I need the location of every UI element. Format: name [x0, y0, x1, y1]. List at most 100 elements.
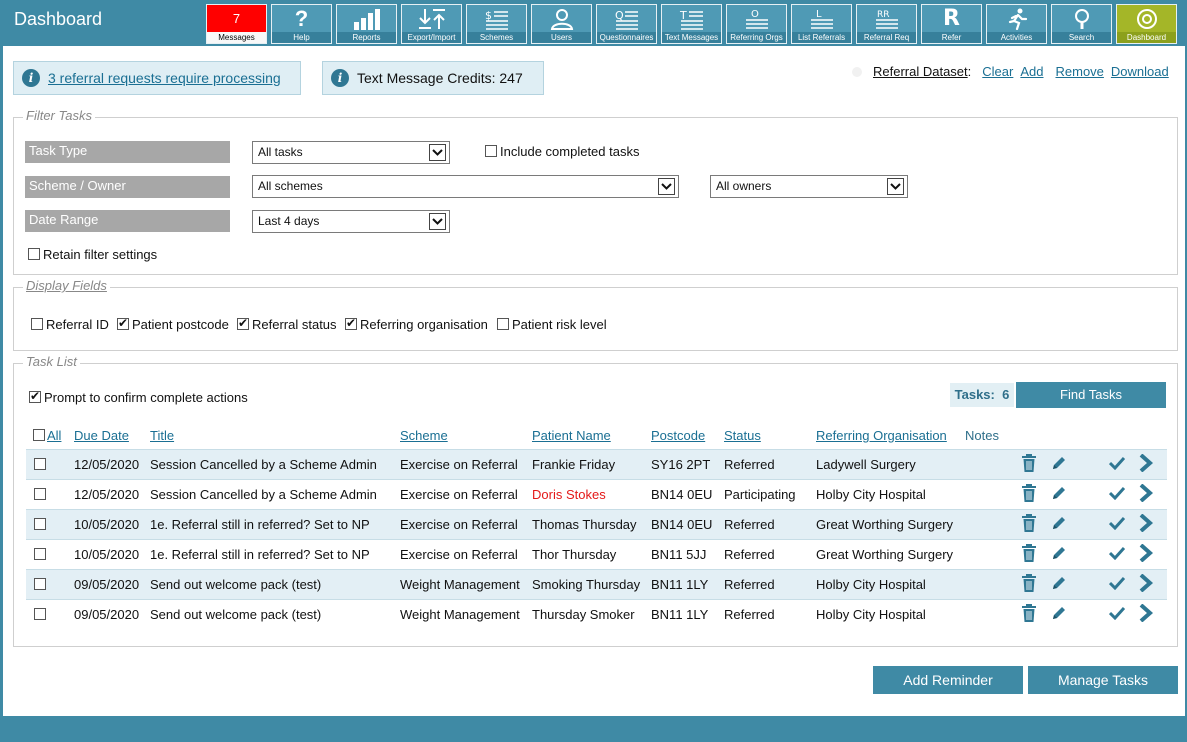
delete-icon[interactable]: [1021, 573, 1037, 595]
col-status[interactable]: Status: [724, 428, 761, 443]
toolbar-referral-req-button[interactable]: RR Referral Req: [856, 4, 917, 44]
complete-check-icon[interactable]: [1108, 486, 1126, 503]
row-checkbox[interactable]: [34, 487, 46, 500]
table-row[interactable]: 10/05/2020 1e. Referral still in referred…: [26, 508, 1167, 539]
edit-icon[interactable]: [1051, 486, 1067, 504]
info-icon: i: [22, 69, 40, 87]
task-table: All Due Date Title Scheme Patient Name P…: [26, 422, 1167, 629]
delete-icon[interactable]: [1021, 513, 1037, 535]
toolbar-users-button[interactable]: Users: [531, 4, 592, 44]
dataset-remove-link[interactable]: Remove: [1056, 64, 1104, 79]
cell-title: 1e. Referral still in referred? Set to N…: [150, 538, 400, 569]
footer-bar: [0, 716, 1187, 742]
table-row[interactable]: 12/05/2020 Session Cancelled by a Scheme …: [26, 478, 1167, 509]
table-row[interactable]: 12/05/2020 Session Cancelled by a Scheme …: [26, 448, 1167, 479]
cell-due-date: 09/05/2020: [74, 598, 150, 629]
cell-title: Session Cancelled by a Scheme Admin: [150, 448, 400, 479]
edit-icon[interactable]: [1051, 456, 1067, 474]
complete-check-icon[interactable]: [1108, 606, 1126, 623]
edit-icon[interactable]: [1051, 606, 1067, 624]
toolbar-questionnaires-button[interactable]: Q Questionnaires: [596, 4, 657, 44]
delete-icon[interactable]: [1021, 453, 1037, 475]
cell-due-date: 09/05/2020: [74, 568, 150, 599]
toolbar-dashboard-button[interactable]: Dashboard: [1116, 4, 1177, 44]
delete-icon[interactable]: [1021, 543, 1037, 565]
dataset-download-link[interactable]: Download: [1111, 64, 1169, 79]
col-referring-organisation[interactable]: Referring Organisation: [816, 428, 947, 443]
col-postcode[interactable]: Postcode: [651, 428, 705, 443]
add-reminder-button[interactable]: Add Reminder: [873, 666, 1023, 694]
table-header-row: All Due Date Title Scheme Patient Name P…: [26, 422, 1167, 449]
referring-organisation-checkbox[interactable]: Referring organisation: [345, 316, 488, 332]
toolbar-activities-button[interactable]: Activities: [986, 4, 1047, 44]
complete-check-icon[interactable]: [1108, 546, 1126, 563]
dataset-clear-link[interactable]: Clear: [982, 64, 1013, 79]
chevron-right-icon[interactable]: [1137, 513, 1155, 535]
chevron-right-icon[interactable]: [1137, 573, 1155, 595]
referral-status-checkbox[interactable]: Referral status: [237, 316, 337, 332]
toolbar-help-button[interactable]: ? Help: [271, 4, 332, 44]
toolbar-referring-orgs-button[interactable]: O Referring Orgs: [726, 4, 787, 44]
table-row[interactable]: 10/05/2020 1e. Referral still in referred…: [26, 538, 1167, 569]
select-all-link[interactable]: All: [47, 428, 61, 443]
referral-requests-link[interactable]: 3 referral requests require processing: [48, 70, 281, 86]
dataset-status-dot: [852, 66, 862, 77]
scheme-select[interactable]: All schemes: [252, 175, 679, 198]
chevron-right-icon[interactable]: [1137, 453, 1155, 475]
col-due-date[interactable]: Due Date: [74, 428, 129, 443]
toolbar-export-import-button[interactable]: Export/Import: [401, 4, 462, 44]
referral-id-checkbox[interactable]: Referral ID: [31, 317, 109, 332]
cell-patient-name: Thor Thursday: [532, 538, 651, 569]
toolbar-reports-button[interactable]: Reports: [336, 4, 397, 44]
col-scheme[interactable]: Scheme: [400, 428, 448, 443]
table-row[interactable]: 09/05/2020 Send out welcome pack (test) We…: [26, 598, 1167, 629]
toolbar-search-button[interactable]: Search: [1051, 4, 1112, 44]
cell-referring-organisation: Holby City Hospital: [816, 478, 965, 509]
prompt-confirm-checkbox[interactable]: Prompt to confirm complete actions: [29, 389, 248, 405]
complete-check-icon[interactable]: [1108, 576, 1126, 593]
edit-icon[interactable]: [1051, 546, 1067, 564]
manage-tasks-button[interactable]: Manage Tasks: [1028, 666, 1178, 694]
row-checkbox[interactable]: [34, 607, 46, 620]
select-all-checkbox[interactable]: [33, 428, 45, 441]
top-toolbar: Dashboard 7 Messages ? Help Reports Expo…: [0, 0, 1187, 46]
patient-risk-level-checkbox[interactable]: Patient risk level: [497, 317, 607, 332]
cell-postcode: BN14 0EU: [651, 508, 724, 539]
patient-postcode-checkbox[interactable]: Patient postcode: [117, 316, 229, 332]
delete-icon[interactable]: [1021, 603, 1037, 625]
toolbar-messages-button[interactable]: 7 Messages: [206, 4, 267, 44]
row-checkbox[interactable]: [34, 547, 46, 560]
toolbar-schemes-button[interactable]: $ Schemes: [466, 4, 527, 44]
toolbar-refer-button[interactable]: R Refer: [921, 4, 982, 44]
owner-select[interactable]: All owners: [710, 175, 908, 198]
row-checkbox[interactable]: [34, 577, 46, 590]
task-type-select[interactable]: All tasks: [252, 141, 450, 164]
edit-icon[interactable]: [1051, 576, 1067, 594]
retain-filter-checkbox[interactable]: Retain filter settings: [28, 247, 157, 262]
toolbar-list-referrals-button[interactable]: L List Referrals: [791, 4, 852, 44]
include-completed-checkbox[interactable]: Include completed tasks: [485, 144, 639, 159]
chevron-right-icon[interactable]: [1137, 483, 1155, 505]
chevron-right-icon[interactable]: [1137, 603, 1155, 625]
complete-check-icon[interactable]: [1108, 456, 1126, 473]
col-title[interactable]: Title: [150, 428, 174, 443]
table-row[interactable]: 09/05/2020 Send out welcome pack (test) We…: [26, 568, 1167, 599]
col-patient-name[interactable]: Patient Name: [532, 428, 611, 443]
complete-check-icon[interactable]: [1108, 516, 1126, 533]
cell-notes: [965, 598, 1021, 629]
cell-referring-organisation: Holby City Hospital: [816, 568, 965, 599]
filter-tasks-legend: Filter Tasks: [23, 108, 95, 123]
row-checkbox[interactable]: [34, 517, 46, 530]
cell-status: Referred: [724, 538, 816, 569]
cell-status: Referred: [724, 598, 816, 629]
edit-icon[interactable]: [1051, 516, 1067, 534]
dataset-add-link[interactable]: Add: [1020, 64, 1043, 79]
date-range-select[interactable]: Last 4 days: [252, 210, 450, 233]
row-checkbox[interactable]: [34, 457, 46, 470]
text-message-icon: T: [662, 5, 721, 32]
find-tasks-button[interactable]: Find Tasks: [1016, 382, 1166, 408]
delete-icon[interactable]: [1021, 483, 1037, 505]
sms-credits-text: Text Message Credits: 247: [357, 70, 523, 86]
toolbar-text-messages-button[interactable]: T Text Messages: [661, 4, 722, 44]
chevron-right-icon[interactable]: [1137, 543, 1155, 565]
